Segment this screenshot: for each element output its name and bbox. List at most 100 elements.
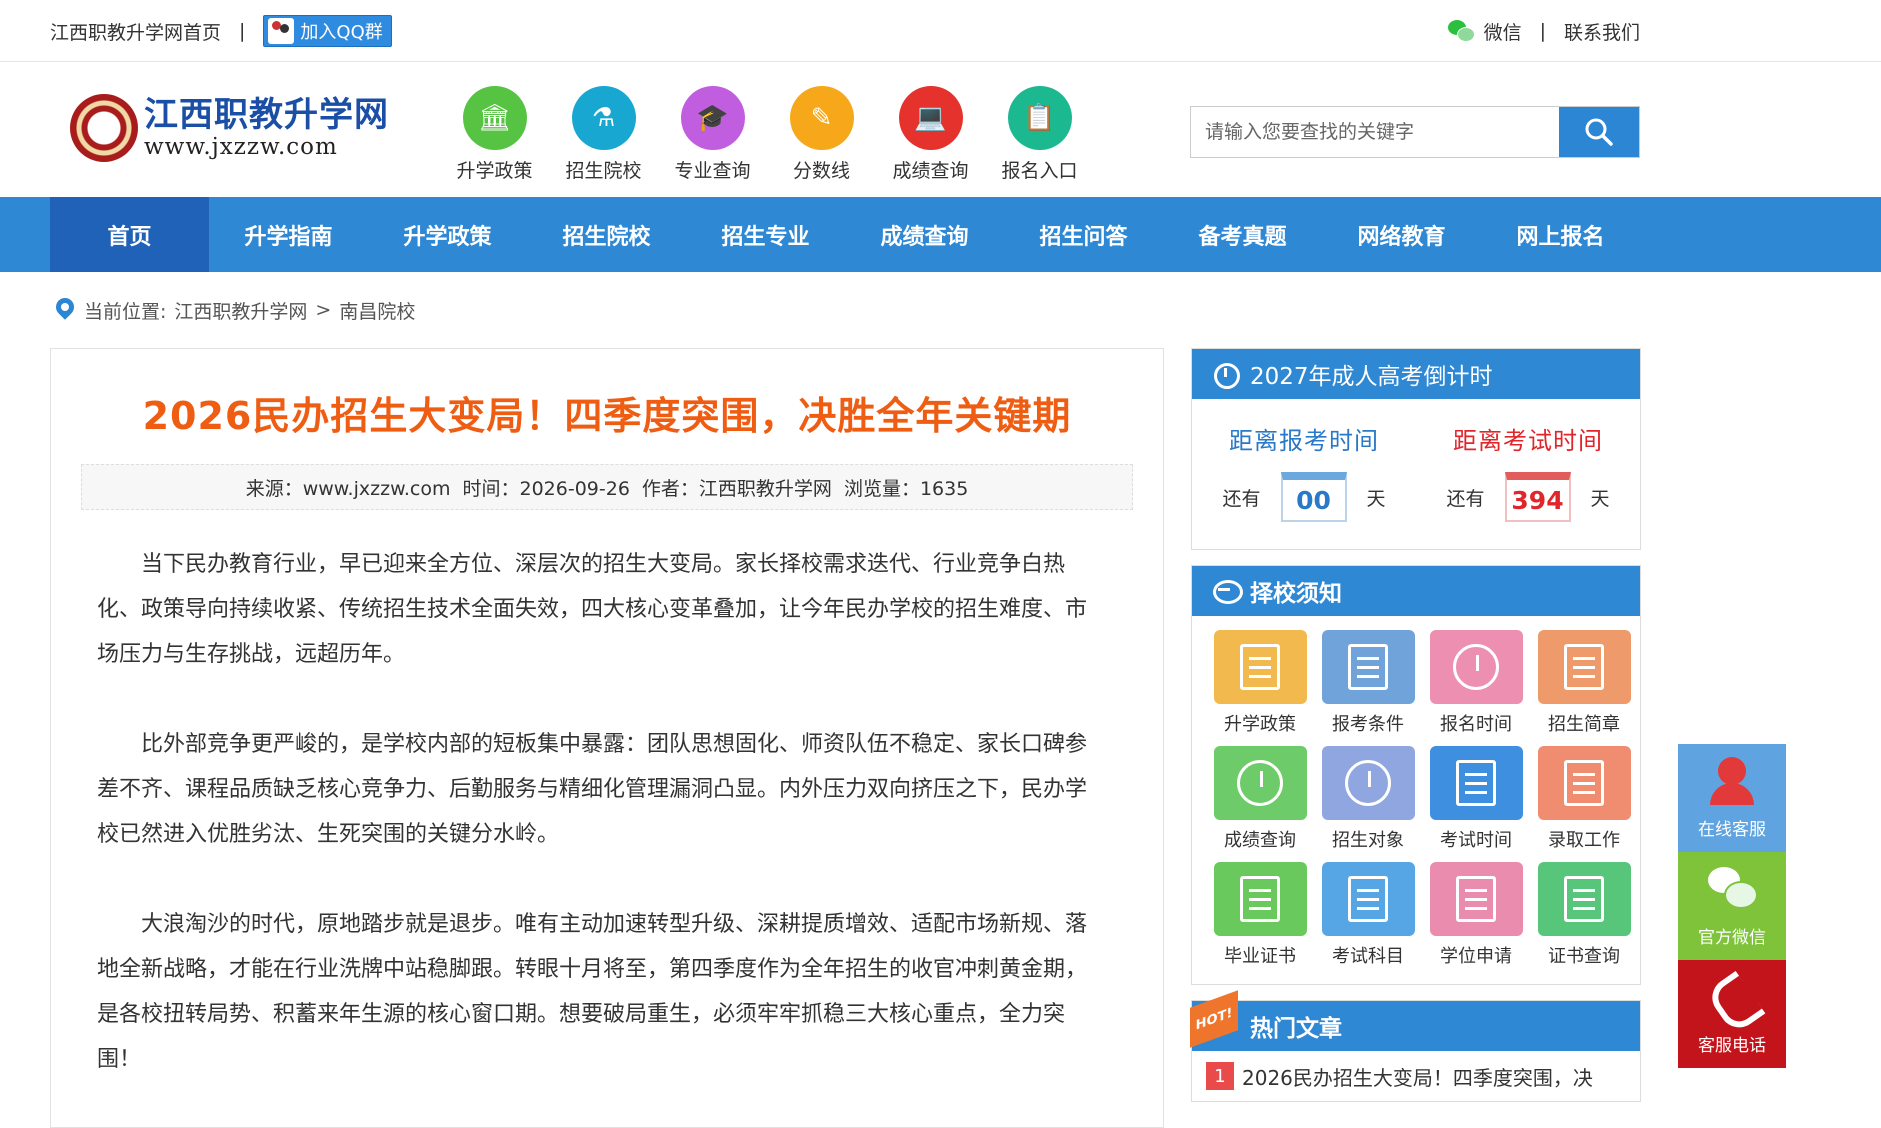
breadcrumb-site[interactable]: 江西职教升学网	[174, 297, 307, 324]
guide-item-exam-time[interactable]: 考试时间	[1422, 746, 1530, 852]
guide-item-label: 报名时间	[1440, 714, 1512, 735]
logo-title: 江西职教升学网	[144, 95, 389, 135]
countdown-exam: 距离考试时间 还有 394 天	[1416, 399, 1640, 549]
pages-icon	[1537, 630, 1631, 704]
guide-box: 择校须知 升学政策 报考条件 报名时间 招生简章 成绩查询 招生对象 考试时间 …	[1191, 565, 1641, 985]
customer-service-icon	[1706, 755, 1758, 807]
official-wechat-label: 官方微信	[1698, 928, 1766, 948]
wechat-icon	[1706, 863, 1758, 915]
search-input[interactable]	[1191, 107, 1559, 157]
search-document-icon	[1537, 862, 1631, 936]
guide-item-reg-time[interactable]: 报名时间	[1422, 630, 1530, 736]
top-right-links: 微信 | 联系我们	[1447, 0, 1640, 62]
quicknav-label: 招生院校	[565, 160, 642, 182]
nav-home[interactable]: 首页	[50, 197, 209, 272]
nav-majors[interactable]: 招生专业	[686, 197, 845, 272]
article-views: 浏览量：1635	[843, 477, 969, 500]
nav-past-papers[interactable]: 备考真题	[1163, 197, 1322, 272]
graduation-cap-icon	[1429, 862, 1523, 936]
header: 江西职教升学网 www.jxzzw.com 🏛 升学政策 ⚗ 招生院校 🎓 专业查询 …	[0, 62, 1881, 197]
phone-icon	[1706, 971, 1758, 1023]
edit-form-icon	[1429, 746, 1523, 820]
article-paragraph: 比外部竞争更严峻的，是学校内部的短板集中暴露：团队思想固化、师资队伍不稳定、家长…	[97, 732, 1088, 847]
site-logo[interactable]: 江西职教升学网 www.jxzzw.com	[70, 94, 389, 162]
nav-guide[interactable]: 升学指南	[209, 197, 368, 272]
guide-item-policy[interactable]: 升学政策	[1206, 630, 1314, 736]
contact-link[interactable]: 联系我们	[1564, 18, 1640, 45]
guide-item-label: 考试时间	[1440, 830, 1512, 851]
nav-online-register[interactable]: 网上报名	[1481, 197, 1640, 272]
guide-item-conditions[interactable]: 报考条件	[1314, 630, 1422, 736]
online-service-button[interactable]: 在线客服	[1678, 744, 1786, 852]
search-button[interactable]	[1559, 107, 1639, 157]
quicknav-label: 专业查询	[674, 160, 751, 182]
service-phone-label: 客服电话	[1698, 1036, 1766, 1056]
guide-item-target[interactable]: 招生对象	[1314, 746, 1422, 852]
clock-icon	[1429, 630, 1523, 704]
document-icon	[1213, 630, 1307, 704]
quicknav-results[interactable]: 💻 成绩查询	[876, 86, 985, 183]
guide-item-subjects[interactable]: 考试科目	[1314, 862, 1422, 968]
floating-service-panel: 在线客服 官方微信 客服电话	[1678, 744, 1786, 1068]
guide-item-cert-query[interactable]: 证书查询	[1530, 862, 1638, 968]
guide-item-label: 招生简章	[1548, 714, 1620, 735]
guide-item-label: 招生对象	[1332, 830, 1404, 851]
countdown-header: 2027年成人高考倒计时	[1192, 349, 1640, 399]
person-head-icon	[1321, 746, 1415, 820]
nav-results[interactable]: 成绩查询	[845, 197, 1004, 272]
quicknav-label: 升学政策	[456, 160, 533, 182]
quicknav-scores[interactable]: ✎ 分数线	[767, 86, 876, 183]
article-time: 时间：2026-09-26	[462, 477, 630, 500]
nav-schools[interactable]: 招生院校	[527, 197, 686, 272]
guide-item-degree[interactable]: 学位申请	[1422, 862, 1530, 968]
hot-badge: HOT!	[1190, 990, 1238, 1048]
official-wechat-button[interactable]: 官方微信	[1678, 852, 1786, 960]
quick-nav: 🏛 升学政策 ⚗ 招生院校 🎓 专业查询 ✎ 分数线 💻 成绩查询 📋 报名入口	[440, 86, 1094, 183]
guide-grid: 升学政策 报考条件 报名时间 招生简章 成绩查询 招生对象 考试时间 录取工作 …	[1192, 616, 1640, 984]
alarm-clock-icon	[1212, 360, 1240, 389]
certificate-icon	[1213, 862, 1307, 936]
magnifier-icon	[1213, 746, 1307, 820]
guide-item-results[interactable]: 成绩查询	[1206, 746, 1314, 852]
guide-header: 择校须知	[1192, 566, 1640, 616]
countdown-left-days: 00	[1280, 472, 1347, 522]
article: 2026民办招生大变局！四季度突围，决胜全年关键期 来源：www.jxzzw.c…	[50, 348, 1164, 1128]
service-phone-button[interactable]: 客服电话	[1678, 960, 1786, 1068]
article-title: 2026民办招生大变局！四季度突围，决胜全年关键期	[142, 394, 1072, 438]
countdown-box: 2027年成人高考倒计时 距离报考时间 还有 00 天 距离考试时间 还有 39…	[1191, 348, 1641, 550]
home-link[interactable]: 江西职教升学网首页	[50, 18, 221, 45]
quicknav-label: 报名入口	[1001, 160, 1078, 182]
breadcrumb-current[interactable]: 南昌院校	[339, 297, 415, 324]
search-icon	[1585, 118, 1613, 146]
hot-article-title: 2026民办招生大变局！四季度突围，决	[1242, 1065, 1593, 1090]
quicknav-policy[interactable]: 🏛 升学政策	[440, 86, 549, 183]
quicknav-register[interactable]: 📋 报名入口	[985, 86, 1094, 183]
nav-online-edu[interactable]: 网络教育	[1322, 197, 1481, 272]
flask-icon: ⚗	[571, 86, 636, 150]
quicknav-schools[interactable]: ⚗ 招生院校	[549, 86, 658, 183]
guide-item-diploma[interactable]: 毕业证书	[1206, 862, 1314, 968]
book-icon	[1321, 630, 1415, 704]
wechat-link[interactable]: 微信	[1484, 18, 1522, 45]
article-meta: 来源：www.jxzzw.com 时间：2026-09-26 作者：江西职教升学…	[81, 464, 1133, 510]
clipboard-icon: 📋	[1007, 86, 1072, 150]
hot-header: HOT! 热门文章	[1190, 990, 1640, 1051]
countdown-left-caption: 距离报考时间	[1229, 427, 1379, 455]
quicknav-majors[interactable]: 🎓 专业查询	[658, 86, 767, 183]
breadcrumb-arrow: >	[315, 299, 332, 321]
chat-bubble-icon	[1212, 577, 1243, 605]
guide-item-admission[interactable]: 录取工作	[1530, 746, 1638, 852]
monitor-icon	[1537, 746, 1631, 820]
join-qq-group-button[interactable]: 加入QQ群	[263, 15, 392, 47]
rank-number: 1	[1206, 1062, 1234, 1090]
article-paragraph: 大浪淘沙的时代，原地踏步就是退步。唯有主动加速转型升级、深耕提质增效、适配市场新…	[97, 912, 1088, 1072]
quicknav-label: 成绩查询	[892, 160, 969, 182]
guide-item-label: 报考条件	[1332, 714, 1404, 735]
nav-qa[interactable]: 招生问答	[1004, 197, 1163, 272]
nav-policy[interactable]: 升学政策	[368, 197, 527, 272]
qq-button-label: 加入QQ群	[300, 22, 383, 43]
countdown-prefix: 还有	[1446, 487, 1485, 510]
hot-article-link[interactable]: 1 2026民办招生大变局！四季度突围，决	[1192, 1051, 1640, 1101]
guide-item-brochure[interactable]: 招生简章	[1530, 630, 1638, 736]
main-nav: 首页 升学指南 升学政策 招生院校 招生专业 成绩查询 招生问答 备考真题 网络…	[0, 197, 1881, 272]
